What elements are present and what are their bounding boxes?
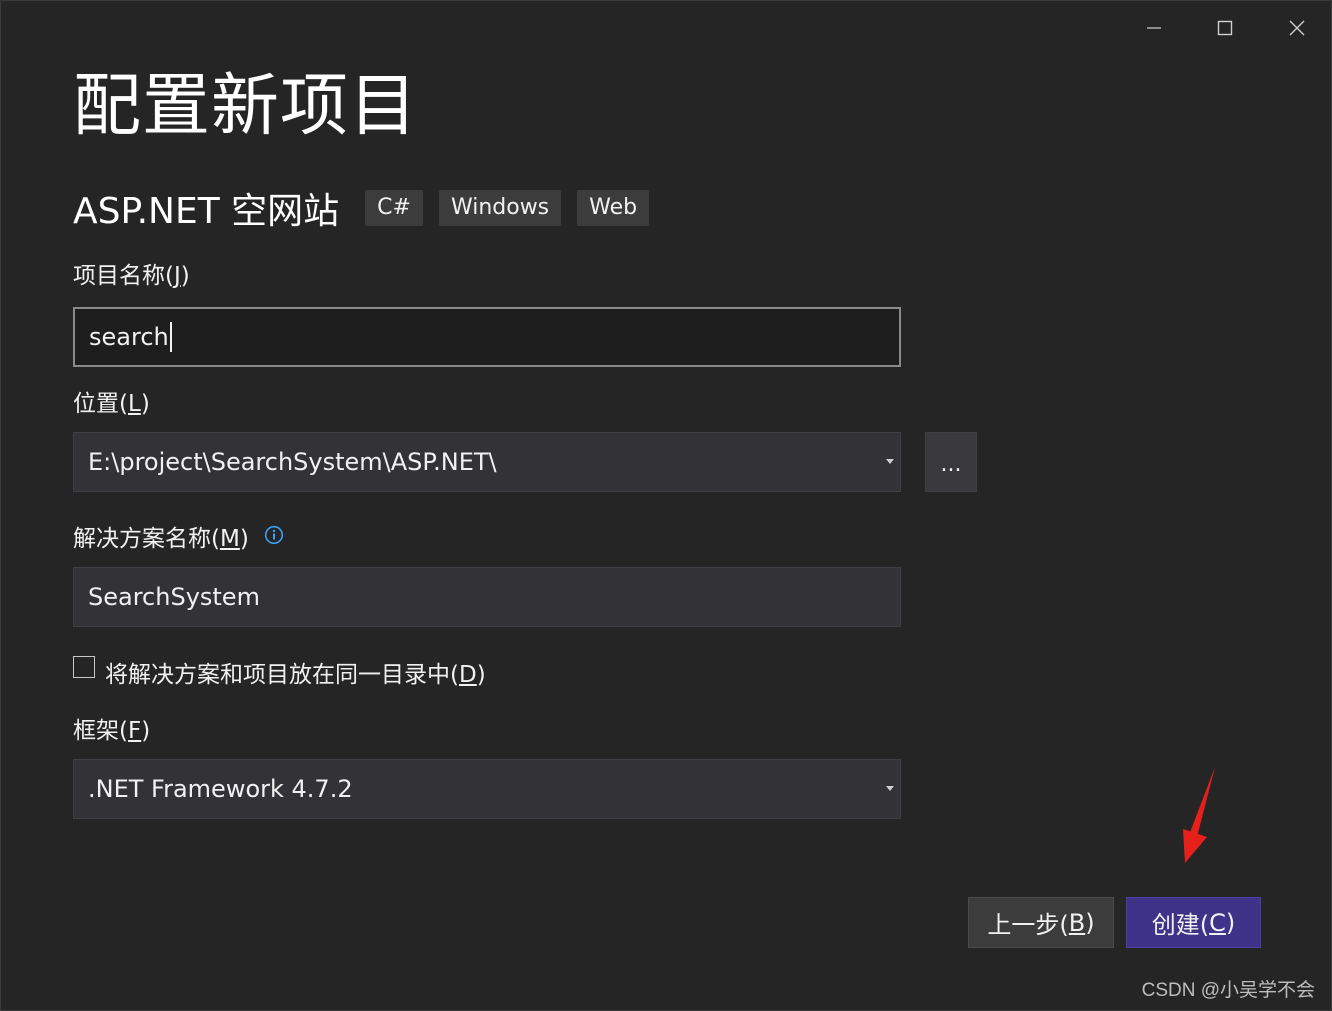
tag-language: C# <box>365 190 423 226</box>
create-label-close: ) <box>1225 908 1236 937</box>
text-caret <box>169 322 172 352</box>
project-name-value: search <box>89 323 169 351</box>
same-directory-label: 将解决方案和项目放在同一目录中(D) <box>105 655 486 689</box>
project-name-label: 项目名称(J) <box>73 261 190 291</box>
location-label: 位置(L) <box>73 389 150 419</box>
create-label-text: 创建( <box>1151 911 1210 939</box>
template-name: ASP.NET 空网站 <box>73 191 340 232</box>
create-access-key: C <box>1209 908 1226 937</box>
framework-access-key: F <box>127 718 142 744</box>
solution-name-label-close: ) <box>239 526 249 552</box>
framework-label-text: 框架( <box>73 718 128 744</box>
chevron-down-icon[interactable] <box>886 459 894 464</box>
framework-select[interactable]: .NET Framework 4.7.2 <box>73 759 901 819</box>
page-title: 配置新项目 <box>73 67 419 146</box>
browse-button[interactable]: ... <box>925 432 977 492</box>
same-directory-label-text: 将解决方案和项目放在同一目录中( <box>105 662 459 688</box>
same-directory-access-key: D <box>458 662 477 688</box>
solution-name-input[interactable]: SearchSystem <box>73 567 901 627</box>
solution-name-label: 解决方案名称(M) <box>73 524 284 554</box>
solution-name-label-text: 解决方案名称( <box>73 526 220 552</box>
tag-project-type: Web <box>577 190 650 226</box>
solution-name-access-key: M <box>219 526 240 552</box>
project-name-label-text: 项目名称( <box>73 263 174 289</box>
location-label-text: 位置( <box>73 391 128 417</box>
back-label-close: ) <box>1085 908 1095 937</box>
close-icon[interactable] <box>1277 11 1317 45</box>
tag-platform: Windows <box>438 190 562 226</box>
framework-label: 框架(F) <box>73 716 150 746</box>
solution-name-value: SearchSystem <box>88 583 260 611</box>
info-icon[interactable] <box>264 523 284 553</box>
template-header: ASP.NET 空网站 C# Windows Web <box>73 185 665 232</box>
watermark: CSDN @小吴学不会 <box>1141 980 1315 1001</box>
location-select[interactable]: E:\project\SearchSystem\ASP.NET\ <box>73 432 901 492</box>
location-access-key: L <box>127 391 141 417</box>
framework-value: .NET Framework 4.7.2 <box>88 775 353 803</box>
annotation-arrow-icon <box>1183 767 1215 863</box>
same-directory-label-close: ) <box>476 662 486 688</box>
maximize-icon[interactable] <box>1205 11 1245 45</box>
back-label-text: 上一步( <box>987 911 1069 939</box>
project-name-label-close: ) <box>180 263 190 289</box>
project-name-input[interactable]: search <box>73 307 901 367</box>
same-directory-checkbox[interactable] <box>73 656 95 678</box>
minimize-icon[interactable] <box>1134 11 1174 45</box>
location-value: E:\project\SearchSystem\ASP.NET\ <box>88 448 497 476</box>
framework-label-close: ) <box>141 718 151 744</box>
same-directory-option[interactable]: 将解决方案和项目放在同一目录中(D) <box>73 647 486 689</box>
back-button[interactable]: 上一步(B) <box>968 897 1114 948</box>
project-name-access-key: J <box>173 263 181 289</box>
chevron-down-icon[interactable] <box>886 786 894 791</box>
back-access-key: B <box>1068 908 1086 937</box>
create-button[interactable]: 创建(C) <box>1126 897 1261 948</box>
location-label-close: ) <box>140 391 150 417</box>
configure-project-dialog: 配置新项目 ASP.NET 空网站 C# Windows Web 项目名称(J)… <box>0 0 1332 1011</box>
